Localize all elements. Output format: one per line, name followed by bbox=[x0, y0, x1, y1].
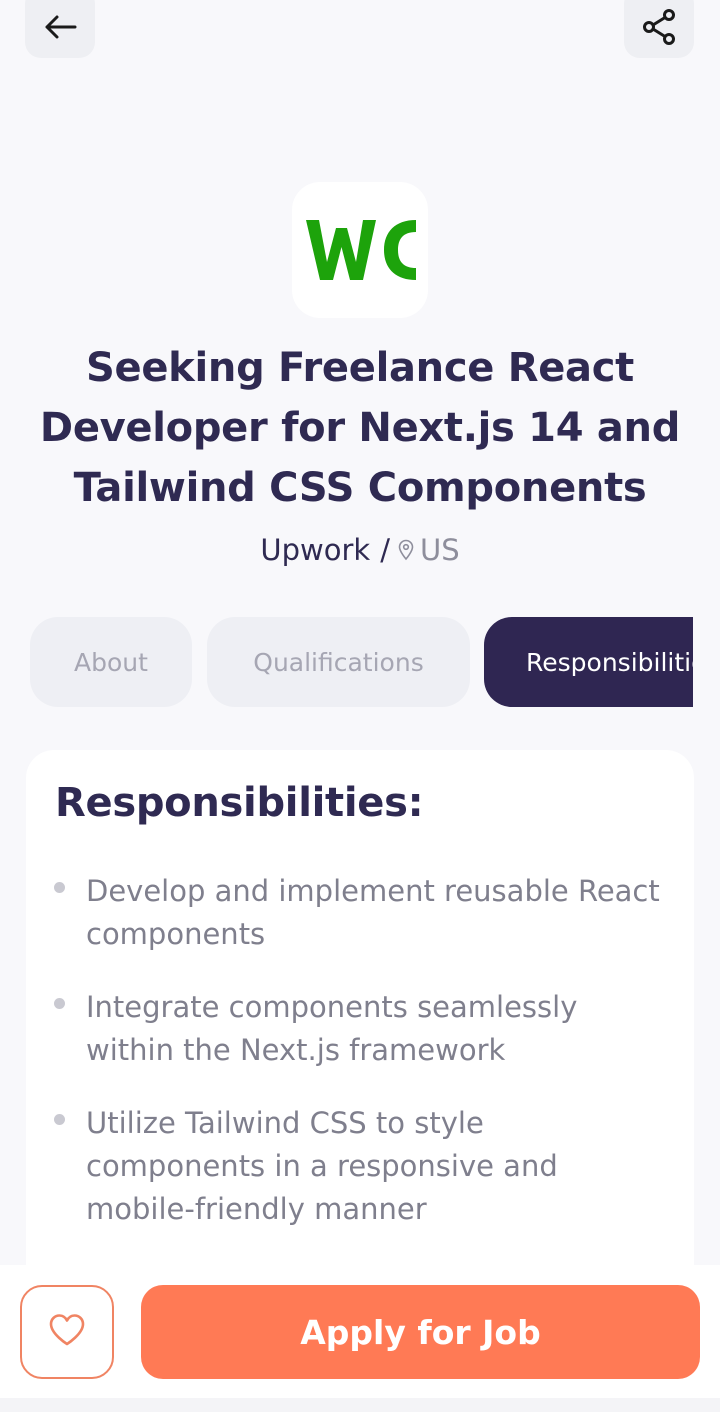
share-button[interactable] bbox=[624, 0, 694, 58]
list-item: Integrate components seamlessly within t… bbox=[54, 986, 664, 1072]
responsibilities-list: Develop and implement reusable React com… bbox=[54, 870, 664, 1261]
job-tabs: About Qualifications Responsibilities bbox=[30, 617, 693, 707]
job-location: US bbox=[419, 533, 460, 567]
company-name: Upwork bbox=[260, 533, 371, 567]
meta-separator: / bbox=[380, 533, 390, 567]
section-heading: Responsibilities: bbox=[55, 780, 424, 826]
list-item-text: Utilize Tailwind CSS to style components… bbox=[86, 1106, 558, 1226]
share-icon bbox=[642, 0, 676, 49]
arrow-left-icon bbox=[43, 2, 77, 44]
map-pin-icon bbox=[398, 539, 414, 561]
bottom-action-bar: Apply for Job bbox=[0, 1265, 720, 1398]
list-item-text: Integrate components seamlessly within t… bbox=[86, 990, 578, 1067]
job-details-screen: Seeking Freelance React Developer for Ne… bbox=[0, 0, 720, 1412]
apply-button[interactable]: Apply for Job bbox=[141, 1285, 700, 1379]
heart-icon bbox=[48, 1313, 86, 1351]
list-item: Utilize Tailwind CSS to style components… bbox=[54, 1102, 664, 1231]
favorite-button[interactable] bbox=[20, 1285, 114, 1379]
bullet-dot bbox=[54, 1114, 65, 1125]
tab-qualifications[interactable]: Qualifications bbox=[207, 617, 470, 707]
list-item: Develop and implement reusable React com… bbox=[54, 870, 664, 956]
job-meta: Upwork / US bbox=[0, 528, 720, 572]
back-button[interactable] bbox=[25, 0, 95, 58]
job-title: Seeking Freelance React Developer for Ne… bbox=[39, 345, 681, 511]
tab-about[interactable]: About bbox=[30, 617, 192, 707]
company-logo bbox=[292, 182, 428, 318]
system-nav-strip bbox=[0, 1398, 720, 1412]
bullet-dot bbox=[54, 998, 65, 1009]
company-logo-mark bbox=[306, 220, 416, 280]
bullet-dot bbox=[54, 882, 65, 893]
list-item-text: Develop and implement reusable React com… bbox=[86, 874, 660, 951]
tab-responsibilities[interactable]: Responsibilities bbox=[484, 617, 693, 707]
